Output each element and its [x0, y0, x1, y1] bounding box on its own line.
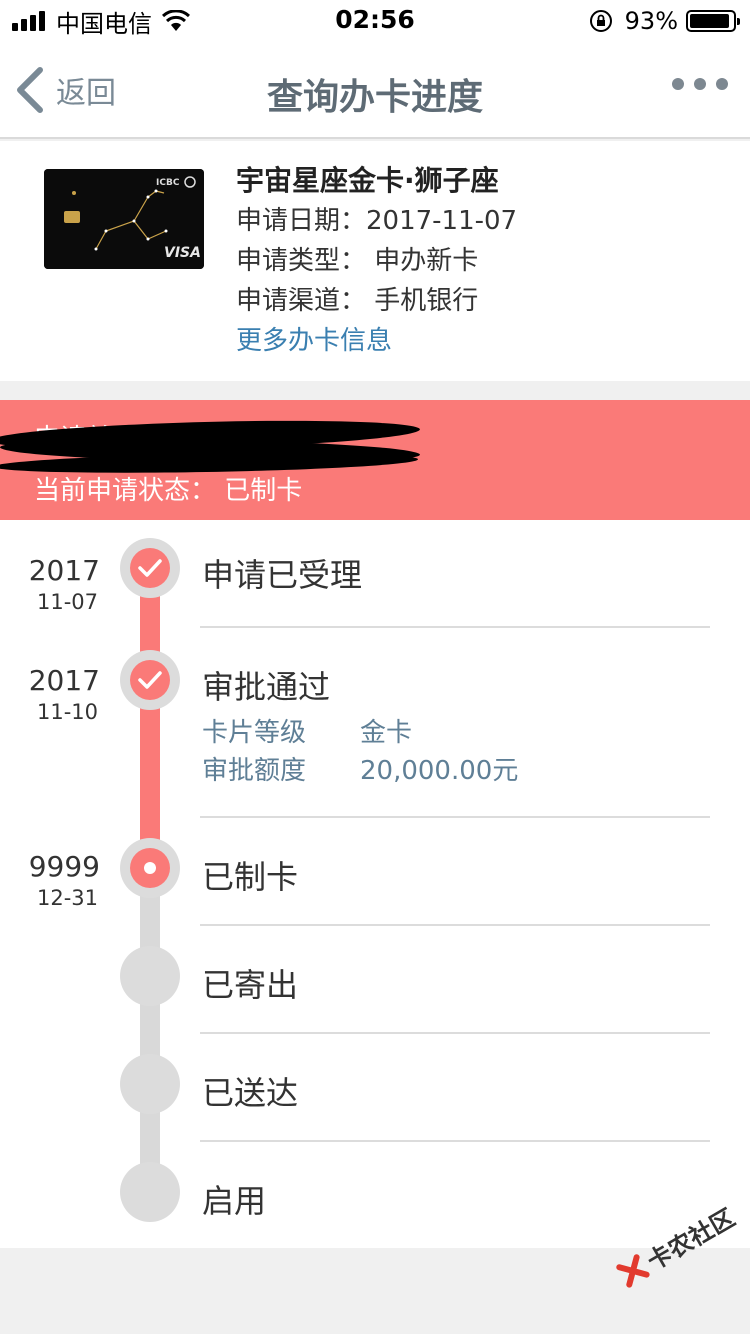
step-label: 审批通过: [202, 668, 331, 706]
page-title: 查询办卡进度: [266, 77, 483, 118]
divider: [200, 816, 710, 818]
detail-value: 20,000.00元: [360, 756, 519, 786]
bank-logo-text: ICBC: [156, 178, 180, 188]
status-banner: 申请单 当前申请状态： 已制卡: [0, 400, 750, 520]
more-dot-icon: [694, 78, 706, 90]
status-bar: 中国电信 02:56 93%: [0, 0, 750, 40]
divider: [200, 924, 710, 926]
check-icon: [138, 671, 162, 689]
apply-type: 申请类型： 申办新卡: [236, 246, 479, 276]
apply-date: 申请日期：2017-11-07: [236, 206, 518, 236]
step-year: 2017: [28, 554, 100, 587]
detail-value: 金卡: [360, 718, 413, 748]
orientation-lock-icon: [589, 10, 612, 32]
step-year: 2017: [28, 664, 100, 697]
check-icon: [138, 559, 162, 577]
step-pending-node: [120, 946, 180, 1006]
step-day: 12-31: [36, 886, 98, 910]
step-done-node: [120, 538, 180, 598]
step-label: 已制卡: [202, 858, 299, 896]
step-pending-node: [120, 1162, 180, 1222]
detail-key: 卡片等级: [202, 718, 307, 748]
step-label: 已送达: [202, 1074, 299, 1112]
battery-icon: [686, 10, 740, 32]
more-dot-icon: [672, 78, 684, 90]
step-day: 11-10: [36, 700, 98, 724]
step-current-node: [120, 838, 180, 898]
step-day: 11-07: [36, 590, 98, 614]
step-pending-node: [120, 1054, 180, 1114]
battery-percent: 93%: [624, 7, 678, 35]
current-status: 当前申请状态： 已制卡: [34, 476, 303, 506]
card-network-text: VISA: [164, 245, 201, 261]
divider: [200, 626, 710, 628]
more-dot-icon: [716, 78, 728, 90]
nav-bar: 返回 查询办卡进度: [0, 40, 750, 139]
divider: [200, 1140, 710, 1142]
step-label: 申请已受理: [202, 556, 363, 594]
card-image: ICBC VISA: [44, 169, 204, 269]
detail-key: 审批额度: [202, 756, 307, 786]
approved-limit-row: 审批额度 20,000.00元: [202, 750, 518, 787]
apply-channel: 申请渠道： 手机银行: [236, 286, 479, 316]
card-level-row: 卡片等级 金卡: [202, 712, 412, 749]
card-name: 宇宙星座金卡·狮子座: [236, 164, 499, 197]
progress-timeline: 2017 11-07 申请已受理 2017 11-10 审批通过 卡片等级 金卡…: [0, 520, 750, 1248]
step-label: 启用: [202, 1182, 267, 1220]
step-label: 已寄出: [202, 966, 299, 1004]
step-done-node: [120, 650, 180, 710]
more-options-button[interactable]: [662, 78, 728, 90]
current-dot-icon: [144, 862, 156, 874]
timeline-progress-track: [140, 568, 160, 868]
divider: [200, 1032, 710, 1034]
more-card-info-link[interactable]: 更多办卡信息: [236, 321, 517, 361]
card-info-section: ICBC VISA 宇宙星座金卡·狮子座 申请日期：2017-11-07 申请类…: [0, 141, 750, 381]
step-year: 9999: [28, 850, 100, 883]
